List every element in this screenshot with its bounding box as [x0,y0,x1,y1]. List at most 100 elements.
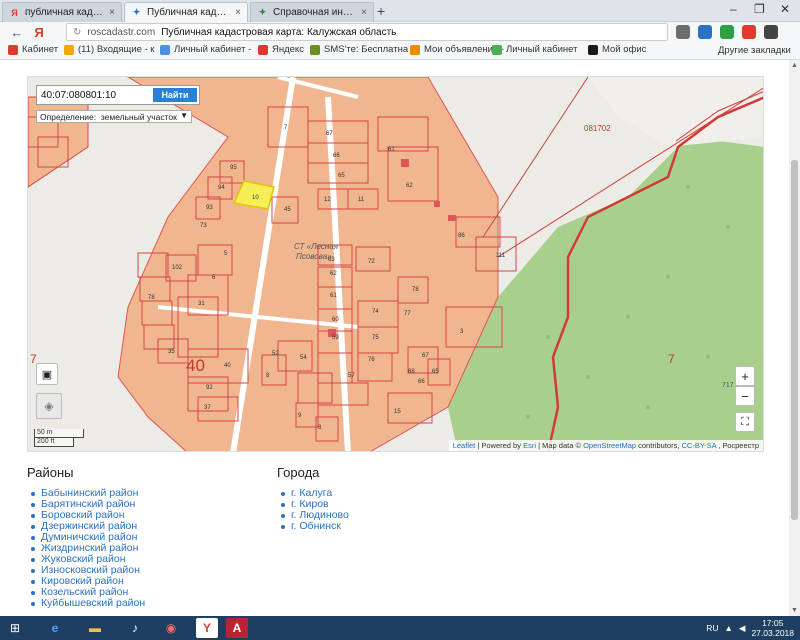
svg-text:61: 61 [330,293,337,299]
cadastral-search: Найти [36,85,200,105]
esri-link[interactable]: Esri [523,441,536,450]
boundary-line [482,77,589,238]
new-tab-button[interactable]: + [377,3,385,19]
yandex-browser-icon[interactable]: Y [196,618,218,638]
access-icon[interactable]: A [226,618,248,638]
region-code-label: 40 [186,356,205,375]
cadastral-number-input[interactable] [41,87,153,103]
svg-text:12: 12 [324,197,331,203]
extension-icon[interactable] [676,25,690,39]
city-link[interactable]: г. Обнинск [281,521,349,532]
svg-text:67: 67 [326,131,333,137]
definition-select[interactable]: Определение: земельный участок ▼ [36,110,192,123]
url-field[interactable]: ↻ roscadastr.com Публичная кадастровая к… [66,23,668,41]
close-icon[interactable]: × [109,7,115,18]
search-button[interactable]: Найти [153,88,197,102]
bookmark-icon [160,44,170,55]
menu-icon[interactable] [764,25,778,39]
fullscreen-toggle-button[interactable]: ▣ [36,363,58,385]
block-label: 081702 [584,124,611,133]
district-link[interactable]: Куйбышевский район [30,598,145,609]
bookmark-icon [492,44,502,55]
close-window-button[interactable]: ✕ [780,2,790,16]
bookmark-icon [310,44,320,55]
start-icon[interactable]: ⊞ [4,618,26,638]
extension-icon[interactable] [742,25,756,39]
scroll-thumb[interactable] [791,160,798,520]
svg-text:65: 65 [432,369,439,375]
cities-title: Города [277,465,320,480]
tab-public-cadastral[interactable]: ✦ Публичная кадастрова × [124,2,248,22]
attribution-text: contributors, [638,441,680,450]
scroll-down-icon[interactable]: ▼ [791,607,798,614]
scroll-up-icon[interactable]: ▲ [791,62,798,69]
attribution-text: | Powered by [477,441,521,450]
media-icon[interactable]: ◉ [160,618,182,638]
bookmark-icon [410,44,420,55]
svg-text:111: 111 [496,253,506,259]
language-indicator[interactable]: RU [706,623,718,633]
svg-text:11: 11 [358,197,365,203]
settlement-label: СТ «Лесная [294,242,339,251]
yandex-icon: Я [11,7,18,18]
bookmark-item[interactable]: Яндекс [258,44,304,55]
clock-date: 27.03.2018 [751,628,794,638]
cadastral-map[interactable]: 7 67 66 65 61 62 95 94 10 45 12 11 93 73 86 111 5 102… [27,76,764,452]
other-bookmarks[interactable]: Другие закладки [718,45,791,56]
svg-text:61: 61 [388,147,395,153]
tab-yandex-cadastral[interactable]: Я публичная кадастровая × [2,2,122,22]
back-button[interactable]: ← [6,25,28,40]
page-scrollbar[interactable]: ▲ ▼ [789,60,800,616]
bookmark-item[interactable]: SMS'те: Бесплатна [310,44,408,55]
layers-button[interactable]: ◈ [36,393,62,419]
bookmark-item[interactable]: Личный кабинет [492,44,577,55]
svg-text:92: 92 [206,385,213,391]
tab-title: публичная кадастровая [25,7,105,18]
leaflet-link[interactable]: Leaflet [453,441,476,450]
clock[interactable]: 17:05 27.03.2018 [751,618,794,638]
reload-icon[interactable]: ↻ [73,27,81,38]
tab-reference-info[interactable]: ✦ Справочная информация × [250,2,374,22]
yandex-icon[interactable]: Я [28,25,50,40]
svg-text:65: 65 [338,173,345,179]
close-icon[interactable]: × [235,7,241,18]
ie-icon[interactable]: e [44,618,66,638]
region-label: 7 [668,352,675,366]
definition-value: земельный участок [100,111,177,122]
definition-label: Определение: [40,111,97,122]
svg-text:75: 75 [372,335,379,341]
svg-text:74: 74 [372,309,379,315]
close-icon[interactable]: × [361,7,367,18]
clock-time: 17:05 [762,618,784,628]
cities-list: г. Калуга г. Киров г. Людиново г. Обнинс… [277,488,349,532]
volume-icon[interactable]: ◀ [739,623,746,634]
svg-text:66: 66 [418,379,425,385]
network-icon[interactable]: ▲ [724,623,732,633]
svg-text:62: 62 [330,271,337,277]
svg-text:94: 94 [218,185,225,191]
bookmark-item[interactable]: Мой офис [588,44,646,55]
bookmark-item[interactable]: Кабинет [8,44,58,55]
minimize-button[interactable]: – [730,2,737,16]
maximize-button[interactable]: ❐ [754,2,765,16]
bookmark-item[interactable]: Личный кабинет - [160,44,251,55]
speaker-icon[interactable]: ♪ [124,618,146,638]
svg-text:60: 60 [332,317,339,323]
bookmark-item[interactable]: (11) Входящие - к [64,44,154,55]
svg-text:45: 45 [284,207,291,213]
bookmark-label: Личный кабинет - [174,44,252,55]
license-link[interactable]: CC-BY-SA [682,441,717,450]
osm-link[interactable]: OpenStreetMap [583,441,636,450]
url-text: roscadastr.com [87,26,156,38]
zoom-out-button[interactable]: − [735,386,755,406]
extension-icon[interactable] [698,25,712,39]
bookmark-item[interactable]: Мои объявления - [410,44,504,55]
districts-column: Районы Бабынинский район Барятинский рай… [27,465,145,609]
expand-icon[interactable]: ⛶ [735,412,755,432]
svg-text:54: 54 [300,355,307,361]
extension-icon[interactable] [720,25,734,39]
svg-text:86: 86 [458,233,465,239]
zoom-in-button[interactable]: + [735,366,755,386]
folder-icon[interactable]: ▬ [84,618,106,638]
map-attribution: Leaflet | Powered by Esri | Map data © O… [448,440,763,451]
